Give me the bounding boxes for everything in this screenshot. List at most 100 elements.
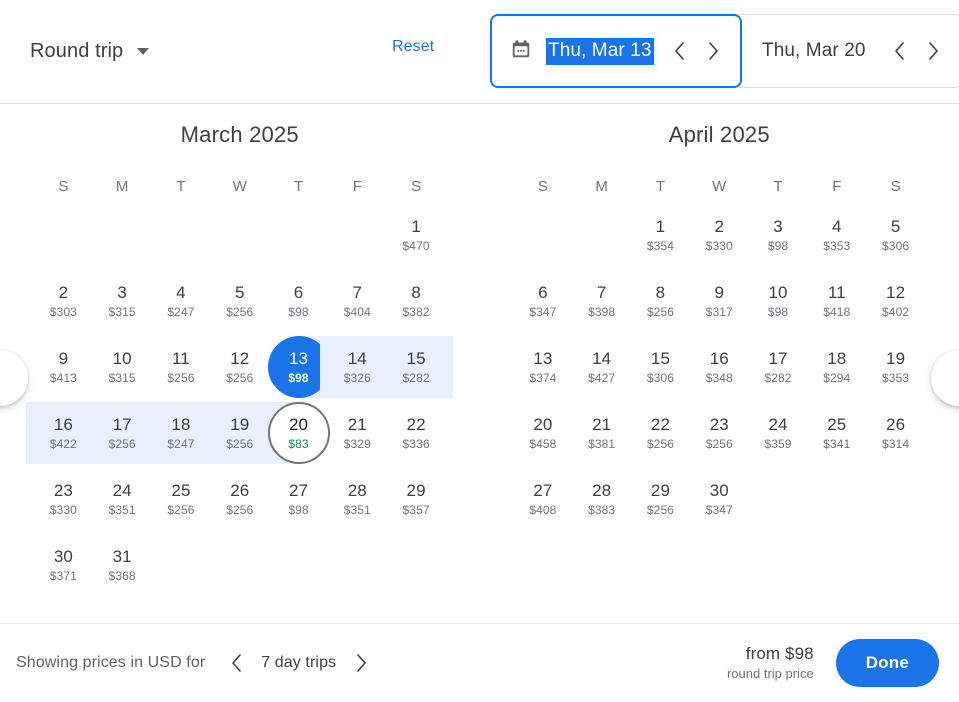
day-cell[interactable]: 19 $353 — [866, 334, 925, 400]
day-price: $341 — [823, 436, 851, 451]
empty-cell — [269, 202, 328, 268]
day-cell[interactable]: 2 $330 — [690, 202, 749, 268]
day-cell[interactable]: 13 $374 — [514, 334, 573, 400]
month-grid: S M T W T F S 1 $354 2 $330 3 $98 4 $353 5 $306 6 $347 7 $39… — [480, 172, 959, 532]
day-number: 10 — [768, 282, 788, 302]
day-cell[interactable]: 8 $382 — [387, 268, 446, 334]
day-cell[interactable]: 25 $341 — [807, 400, 866, 466]
done-button[interactable]: Done — [835, 639, 939, 687]
day-number: 29 — [650, 480, 670, 500]
day-number: 26 — [230, 480, 250, 500]
day-cell[interactable]: 1 $354 — [631, 202, 690, 268]
day-number: 8 — [411, 282, 421, 302]
day-cell[interactable]: 5 $306 — [866, 202, 925, 268]
day-number: 15 — [650, 348, 670, 368]
day-cell[interactable]: 26 $256 — [210, 466, 269, 532]
trip-length-prev-button[interactable] — [219, 646, 253, 680]
day-cell[interactable]: 14 $326 — [319, 334, 395, 400]
day-cell[interactable]: 14 $427 — [572, 334, 631, 400]
day-cell[interactable]: 7 $404 — [328, 268, 387, 334]
day-cell[interactable]: 24 $359 — [749, 400, 808, 466]
day-price: $282 — [764, 370, 792, 385]
day-cell[interactable]: 13 $98 — [267, 334, 336, 400]
day-cell[interactable]: 1 $470 — [387, 202, 446, 268]
day-cell[interactable]: 15 $306 — [631, 334, 690, 400]
trip-length-next-button[interactable] — [344, 646, 378, 680]
day-number: 13 — [288, 348, 309, 368]
date-picker-panel: Round trip Reset Thu, Mar 13 Thu, Mar 20… — [0, 0, 959, 702]
footer-right: from $98 round trip price Done — [727, 639, 939, 687]
weekday-header: M — [595, 178, 608, 195]
day-cell[interactable]: 27 $408 — [514, 466, 573, 532]
day-cell[interactable]: 30 $371 — [34, 532, 93, 598]
day-cell[interactable]: 20 $83 — [261, 400, 330, 466]
day-cell[interactable]: 24 $351 — [93, 466, 152, 532]
day-number: 25 — [827, 414, 847, 434]
day-cell[interactable]: 27 $98 — [269, 466, 328, 532]
day-cell[interactable]: 3 $98 — [749, 202, 808, 268]
day-cell[interactable]: 6 $98 — [269, 268, 328, 334]
day-cell[interactable]: 7 $398 — [572, 268, 631, 334]
day-cell[interactable]: 9 $413 — [34, 334, 93, 400]
departure-date-field[interactable]: Thu, Mar 13 — [490, 14, 742, 88]
departure-next-day-button[interactable] — [696, 34, 730, 68]
day-cell[interactable]: 30 $347 — [690, 466, 749, 532]
trip-type-dropdown[interactable]: Round trip — [30, 28, 150, 76]
day-cell[interactable]: 8 $256 — [631, 268, 690, 334]
day-cell[interactable]: 21 $381 — [572, 400, 631, 466]
return-prev-day-button[interactable] — [882, 34, 916, 68]
day-cell[interactable]: 12 $402 — [866, 268, 925, 334]
day-cell[interactable]: 31 $368 — [93, 532, 152, 598]
day-cell[interactable]: 4 $353 — [807, 202, 866, 268]
day-price: $256 — [167, 370, 195, 385]
day-cell[interactable]: 11 $256 — [152, 334, 211, 400]
day-cell[interactable]: 28 $383 — [572, 466, 631, 532]
day-cell[interactable]: 28 $351 — [328, 466, 387, 532]
day-cell[interactable]: 17 $256 — [84, 400, 160, 466]
day-number: 9 — [714, 282, 725, 302]
day-cell[interactable]: 26 $314 — [866, 400, 925, 466]
day-cell[interactable]: 5 $256 — [210, 268, 269, 334]
day-cell[interactable]: 15 $282 — [378, 334, 454, 400]
departure-prev-day-button[interactable] — [662, 34, 696, 68]
day-cell[interactable]: 25 $256 — [152, 466, 211, 532]
return-next-day-button[interactable] — [916, 34, 950, 68]
day-cell[interactable]: 9 $317 — [690, 268, 749, 334]
day-cell[interactable]: 16 $348 — [690, 334, 749, 400]
day-number: 16 — [53, 414, 73, 434]
day-price: $458 — [529, 436, 557, 451]
day-cell[interactable]: 2 $303 — [34, 268, 93, 334]
day-cell[interactable]: 3 $315 — [93, 268, 152, 334]
return-date-field[interactable]: Thu, Mar 20 — [738, 14, 959, 88]
day-cell[interactable]: 16 $422 — [26, 400, 101, 466]
day-cell[interactable]: 17 $282 — [749, 334, 808, 400]
month-title: April 2025 — [668, 122, 770, 147]
day-cell[interactable]: 18 $247 — [143, 400, 219, 466]
day-cell[interactable]: 23 $256 — [690, 400, 749, 466]
day-cell[interactable]: 12 $256 — [210, 334, 269, 400]
day-cell[interactable]: 4 $247 — [152, 268, 211, 334]
day-cell[interactable]: 21 $329 — [328, 400, 387, 466]
day-number: 23 — [53, 480, 73, 500]
day-price: $418 — [823, 304, 851, 319]
day-cell[interactable]: 22 $256 — [631, 400, 690, 466]
day-cell[interactable]: 29 $256 — [631, 466, 690, 532]
day-cell[interactable]: 10 $315 — [93, 334, 152, 400]
day-cell[interactable]: 20 $458 — [514, 400, 573, 466]
reset-button[interactable]: Reset — [392, 38, 434, 56]
month-grid: S M T W T F S 1 $470 2 $303 3 $315 4 $247 5 $256 6 $98 7 $40… — [0, 172, 480, 598]
day-number: 3 — [773, 216, 783, 236]
day-cell[interactable]: 22 $336 — [387, 400, 446, 466]
day-cell[interactable]: 29 $357 — [387, 466, 446, 532]
day-price: $404 — [343, 304, 371, 319]
day-cell[interactable]: 10 $98 — [749, 268, 808, 334]
day-cell[interactable]: 6 $347 — [514, 268, 573, 334]
day-cell[interactable]: 11 $418 — [807, 268, 866, 334]
day-cell[interactable]: 23 $330 — [34, 466, 93, 532]
empty-cell — [572, 202, 631, 268]
day-cell[interactable]: 18 $294 — [807, 334, 866, 400]
day-cell[interactable]: 19 $256 — [202, 400, 277, 466]
empty-cell — [93, 202, 152, 268]
departure-date-value: Thu, Mar 13 — [546, 37, 654, 65]
picker-header: Round trip Reset Thu, Mar 13 Thu, Mar 20 — [0, 0, 959, 104]
